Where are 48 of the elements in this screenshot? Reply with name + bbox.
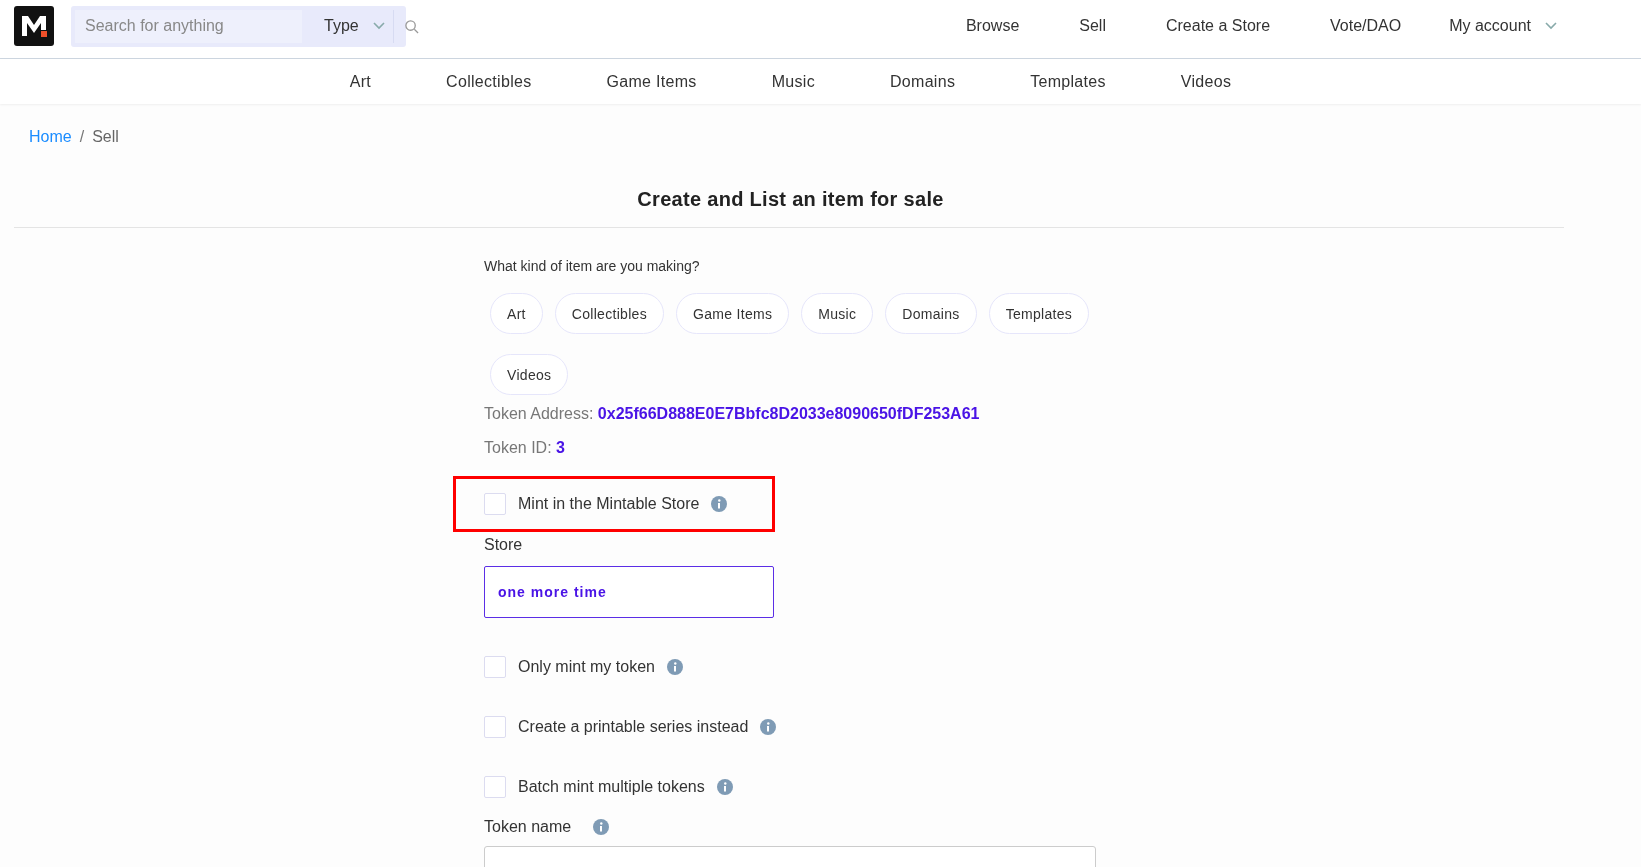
info-icon[interactable] [666,659,683,675]
question-label: What kind of item are you making? [484,258,701,274]
item-type-chip[interactable]: Templates [988,293,1090,334]
page-title: Create and List an item for sale [636,188,945,211]
checkbox[interactable] [484,656,506,678]
info-icon[interactable] [593,819,610,835]
item-type-chip[interactable]: Domains [885,293,977,334]
token-id-value: 3 [556,439,565,456]
info-icon[interactable] [711,496,728,512]
logo-icon[interactable] [14,6,54,46]
checkbox-label: Only mint my token [518,658,655,676]
category-link[interactable]: Music [771,72,815,91]
account-menu[interactable]: My account [1449,17,1557,35]
item-type-chip[interactable]: Music [801,293,874,334]
token-name-label: Token name [484,818,572,836]
nav-link[interactable]: Vote/DAO [1330,17,1402,35]
nav-link[interactable]: Sell [1079,17,1106,35]
type-dropdown[interactable]: Type [302,9,394,43]
item-type-chip[interactable]: Videos [490,354,569,395]
info-icon[interactable] [716,779,733,795]
info-icon[interactable] [760,719,777,735]
checkbox[interactable] [484,776,506,798]
category-link[interactable]: Collectibles [446,72,532,91]
checkbox-label: Mint in the Mintable Store [518,495,700,513]
category-link[interactable]: Videos [1180,72,1232,91]
checkbox[interactable] [484,716,506,738]
checkbox[interactable] [484,493,506,515]
token-address-value: 0x25f66D888E0E7Bbfc8D2033e8090650fDF253A61 [597,405,980,422]
token-address-label: Token Address: [484,405,594,422]
category-link[interactable]: Art [349,72,372,91]
breadcrumb-current: Sell [92,128,119,146]
category-link[interactable]: Domains [889,72,956,91]
item-type-chip[interactable]: Art [490,293,543,334]
checkbox-label: Create a printable series instead [518,718,749,736]
store-label: Store [484,536,524,554]
item-type-chip[interactable]: Game Items [676,293,790,334]
item-type-chip[interactable]: Collectibles [554,293,664,334]
nav-link[interactable]: Browse [965,17,1020,35]
chevron-down-icon [1545,22,1557,30]
checkbox-label: Batch mint multiple tokens [518,778,705,796]
search-field[interactable]: Search for anything [75,9,302,43]
category-link[interactable]: Game Items [606,72,697,91]
chevron-down-icon [372,22,385,30]
category-link[interactable]: Templates [1030,72,1106,91]
breadcrumb-separator: / [79,128,85,146]
nav-link[interactable]: Create a Store [1165,17,1271,35]
store-field[interactable]: one more time [484,566,774,618]
token-id-label: Token ID: [484,439,552,456]
